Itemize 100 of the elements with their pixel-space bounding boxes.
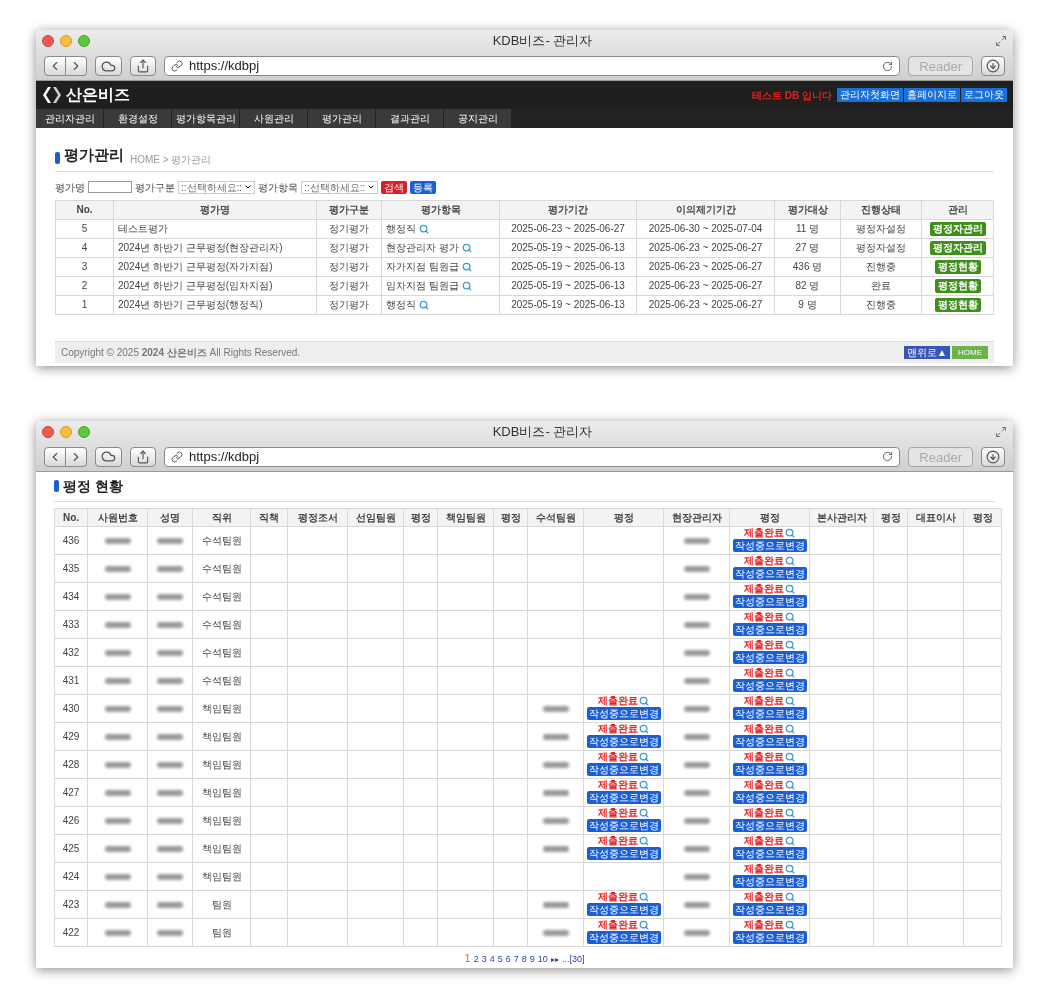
search-icon[interactable] [639, 752, 649, 762]
search-icon[interactable] [785, 640, 795, 650]
nav-item[interactable]: 환경설정 [104, 109, 172, 128]
search-icon[interactable] [418, 300, 429, 311]
search-icon[interactable] [785, 556, 795, 566]
fullscreen-icon[interactable] [995, 35, 1007, 47]
revert-to-draft-button[interactable]: 작성중으로변경 [732, 819, 807, 832]
revert-to-draft-button[interactable]: 작성중으로변경 [586, 903, 661, 916]
nav-item[interactable]: 관리자관리 [36, 109, 104, 128]
nav-item[interactable]: 평가항목관리 [172, 109, 240, 128]
search-icon[interactable] [785, 528, 795, 538]
revert-to-draft-button[interactable]: 작성중으로변경 [732, 651, 807, 664]
search-icon[interactable] [785, 892, 795, 902]
revert-to-draft-button[interactable]: 작성중으로변경 [732, 595, 807, 608]
revert-to-draft-button[interactable]: 작성중으로변경 [586, 819, 661, 832]
page-link[interactable]: 1 [464, 952, 471, 964]
page-link[interactable]: 4 [489, 954, 495, 964]
search-icon[interactable] [461, 243, 472, 254]
next-pages-link[interactable]: ▸▸ [550, 955, 559, 964]
search-icon[interactable] [785, 808, 795, 818]
share-icon[interactable] [136, 449, 150, 464]
manage-button[interactable]: 평정현황 [934, 260, 981, 274]
search-icon[interactable] [785, 668, 795, 678]
revert-to-draft-button[interactable]: 작성중으로변경 [732, 707, 807, 720]
last-page-link[interactable]: ...[30] [561, 954, 585, 964]
nav-item[interactable]: 결과관리 [376, 109, 444, 128]
search-button[interactable]: 검색 [381, 180, 408, 194]
download-icon[interactable] [986, 59, 1000, 73]
search-icon[interactable] [785, 780, 795, 790]
search-icon[interactable] [639, 808, 649, 818]
search-icon[interactable] [785, 696, 795, 706]
revert-to-draft-button[interactable]: 작성중으로변경 [732, 539, 807, 552]
page-link[interactable]: 10 [537, 954, 548, 964]
search-icon[interactable] [639, 892, 649, 902]
cloud-icon[interactable] [101, 58, 116, 74]
chevron-down-icon[interactable] [244, 183, 253, 191]
zoom-icon[interactable] [78, 35, 90, 47]
revert-to-draft-button[interactable]: 작성중으로변경 [732, 679, 807, 692]
page-link[interactable]: 9 [529, 954, 535, 964]
register-button[interactable]: 등록 [410, 180, 437, 194]
zoom-icon[interactable] [78, 425, 90, 438]
search-icon[interactable] [785, 612, 795, 622]
search-icon[interactable] [785, 752, 795, 762]
manage-button[interactable]: 평정현황 [934, 298, 981, 312]
revert-to-draft-button[interactable]: 작성중으로변경 [732, 623, 807, 636]
cloud-icon[interactable] [101, 449, 116, 464]
page-link[interactable]: 7 [513, 954, 519, 964]
search-icon[interactable] [785, 920, 795, 930]
page-link[interactable]: 2 [473, 954, 479, 964]
chevron-down-icon[interactable] [367, 183, 376, 191]
download-icon[interactable] [986, 449, 1000, 464]
manage-button[interactable]: 평정자관리 [929, 222, 986, 236]
minimize-icon[interactable] [60, 425, 72, 438]
share-icon[interactable] [136, 59, 150, 73]
search-icon[interactable] [461, 281, 472, 292]
revert-to-draft-button[interactable]: 작성중으로변경 [732, 763, 807, 776]
revert-to-draft-button[interactable]: 작성중으로변경 [732, 903, 807, 916]
revert-to-draft-button[interactable]: 작성중으로변경 [586, 707, 661, 720]
revert-to-draft-button[interactable]: 작성중으로변경 [586, 791, 661, 804]
revert-to-draft-button[interactable]: 작성중으로변경 [732, 931, 807, 944]
nav-item[interactable]: 평가관리 [308, 109, 376, 128]
page-link[interactable]: 5 [497, 954, 503, 964]
search-icon[interactable] [639, 780, 649, 790]
search-icon[interactable] [785, 584, 795, 594]
revert-to-draft-button[interactable]: 작성중으로변경 [586, 763, 661, 776]
nav-item[interactable]: 사원관리 [240, 109, 308, 128]
revert-to-draft-button[interactable]: 작성중으로변경 [732, 847, 807, 860]
revert-to-draft-button[interactable]: 작성중으로변경 [586, 735, 661, 748]
submitted-status: 제출완료 [744, 808, 784, 818]
search-icon[interactable] [461, 262, 472, 273]
header-link[interactable]: 로그아웃 [961, 88, 1007, 102]
page-link[interactable]: 6 [505, 954, 511, 964]
revert-to-draft-button[interactable]: 작성중으로변경 [732, 567, 807, 580]
revert-to-draft-button[interactable]: 작성중으로변경 [586, 931, 661, 944]
close-icon[interactable] [42, 35, 54, 47]
revert-to-draft-button[interactable]: 작성중으로변경 [732, 791, 807, 804]
search-icon[interactable] [418, 224, 429, 235]
page-link[interactable]: 3 [481, 954, 487, 964]
close-icon[interactable] [42, 425, 54, 438]
name-input-field[interactable] [88, 181, 132, 193]
search-icon[interactable] [785, 836, 795, 846]
fullscreen-icon[interactable] [995, 425, 1007, 438]
revert-to-draft-button[interactable]: 작성중으로변경 [586, 847, 661, 860]
nav-item[interactable]: 공지관리 [444, 109, 512, 128]
search-icon[interactable] [639, 724, 649, 734]
page-link[interactable]: 8 [521, 954, 527, 964]
manage-button[interactable]: 평정현황 [934, 279, 981, 293]
search-icon[interactable] [639, 696, 649, 706]
search-icon[interactable] [785, 864, 795, 874]
minimize-icon[interactable] [60, 35, 72, 47]
search-icon[interactable] [639, 920, 649, 930]
header-link[interactable]: 관리자첫화면 [837, 88, 903, 102]
revert-to-draft-button[interactable]: 작성중으로변경 [732, 875, 807, 888]
header-link[interactable]: 홈페이지로 [904, 88, 960, 102]
back-to-top-button[interactable]: 맨위로▲ [904, 345, 950, 359]
revert-to-draft-button[interactable]: 작성중으로변경 [732, 735, 807, 748]
search-icon[interactable] [639, 836, 649, 846]
manage-button[interactable]: 평정자관리 [929, 241, 986, 255]
redacted-mark [157, 873, 183, 880]
search-icon[interactable] [785, 724, 795, 734]
